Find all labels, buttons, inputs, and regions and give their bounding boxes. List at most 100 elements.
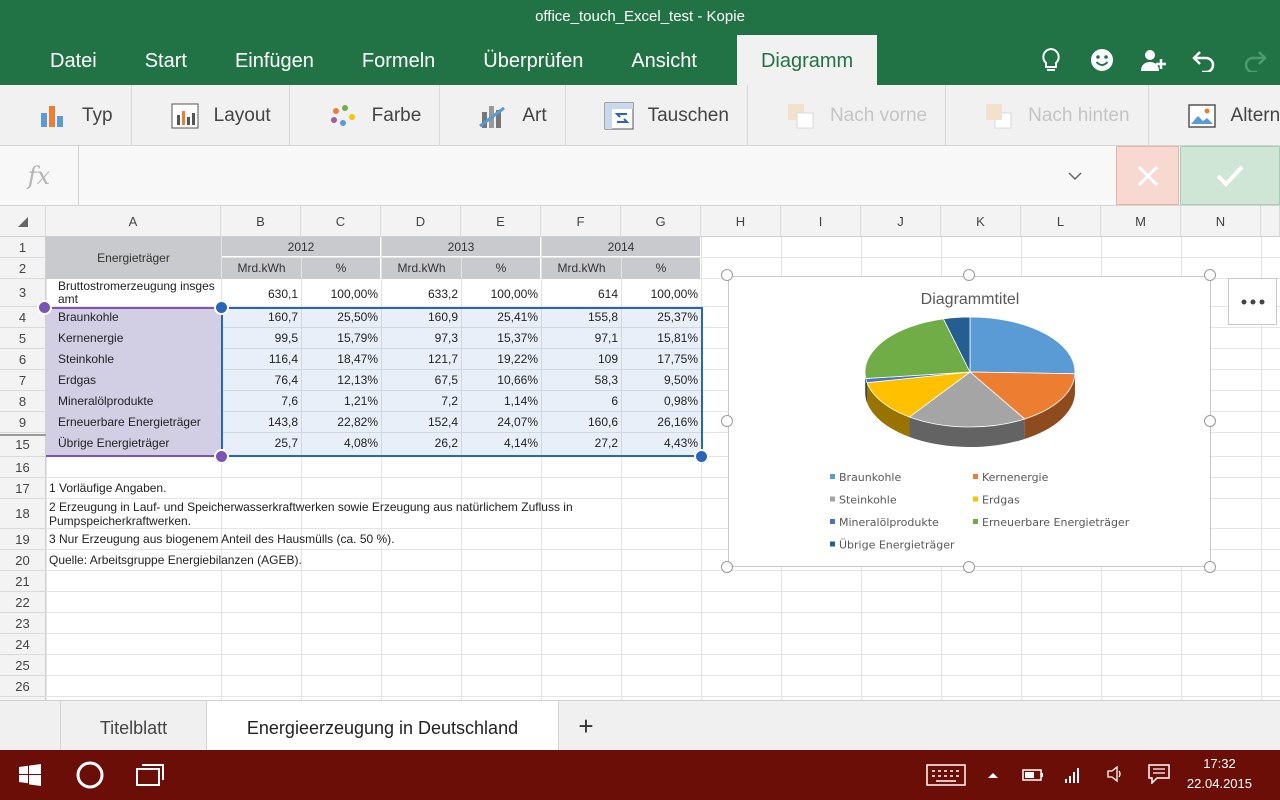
- row-header-2[interactable]: 2: [0, 258, 46, 279]
- tab-start[interactable]: Start: [121, 35, 211, 85]
- year-header-2012[interactable]: 2012: [222, 237, 380, 257]
- source-note[interactable]: Quelle: Arbeitsgruppe Energiebilanzen (A…: [46, 550, 696, 571]
- footnote-2[interactable]: 2 Erzeugung in Lauf- und Speicherwasserk…: [46, 499, 591, 529]
- value-cell[interactable]: 100,00%: [301, 279, 381, 307]
- unit-header[interactable]: %: [302, 258, 380, 279]
- lightbulb-icon[interactable]: [1025, 38, 1076, 82]
- share-person-icon[interactable]: [1127, 38, 1178, 82]
- cortana-search-icon[interactable]: [70, 756, 110, 794]
- value-cell[interactable]: 0,98%: [621, 391, 701, 412]
- column-header-m[interactable]: M: [1101, 206, 1181, 237]
- taskbar-clock[interactable]: 17:32 22.04.2015: [1187, 754, 1252, 794]
- chart-type-button[interactable]: Typ: [0, 85, 132, 146]
- value-cell[interactable]: 26,16%: [621, 412, 701, 433]
- row-header-22[interactable]: 22: [0, 592, 46, 613]
- send-backward-button[interactable]: Nach hinten: [946, 85, 1149, 146]
- year-header-2013[interactable]: 2013: [382, 237, 540, 257]
- windows-start-icon[interactable]: [12, 760, 48, 790]
- value-cell[interactable]: 25,41%: [461, 307, 541, 328]
- row-header-5[interactable]: 5: [0, 328, 46, 349]
- row-label-cell[interactable]: Kernenergie: [46, 328, 221, 349]
- column-header-f[interactable]: F: [541, 206, 621, 237]
- select-all-corner[interactable]: [0, 206, 46, 237]
- column-header-c[interactable]: C: [301, 206, 381, 237]
- value-cell[interactable]: 25,37%: [621, 307, 701, 328]
- selection-handle[interactable]: [694, 449, 709, 464]
- chart-resize-handle[interactable]: [1204, 269, 1216, 281]
- chart-resize-handle[interactable]: [721, 415, 733, 427]
- footnote-1[interactable]: 1 Vorläufige Angaben.: [46, 478, 696, 499]
- column-header-b[interactable]: B: [221, 206, 301, 237]
- row-header-9[interactable]: 9: [0, 412, 46, 433]
- row-label-cell[interactable]: Bruttostromerzeugung insges amt: [46, 279, 221, 307]
- value-cell[interactable]: 116,4: [221, 349, 301, 370]
- expand-formula-chevron-icon[interactable]: [1060, 162, 1090, 190]
- unit-header[interactable]: Mrd.kWh: [382, 258, 461, 279]
- value-cell[interactable]: 1,14%: [461, 391, 541, 412]
- sheet-tab-energieerzeugung[interactable]: Energieerzeugung in Deutschland: [206, 701, 559, 751]
- row-header-19[interactable]: 19: [0, 529, 46, 550]
- spreadsheet-grid[interactable]: A B C D E F G H I J K L M N 1 2 3 4 5 6 7 8 9 15 1…: [0, 206, 1280, 700]
- battery-icon[interactable]: [1020, 764, 1046, 786]
- tab-datei[interactable]: Datei: [0, 35, 121, 85]
- value-cell[interactable]: 25,7: [221, 433, 301, 454]
- chart-resize-handle[interactable]: [963, 561, 975, 573]
- confirm-entry-button[interactable]: [1180, 146, 1280, 205]
- value-cell[interactable]: 58,3: [541, 370, 621, 391]
- network-signal-icon[interactable]: [1060, 762, 1086, 786]
- value-cell[interactable]: 97,3: [381, 328, 461, 349]
- undo-icon[interactable]: [1178, 38, 1229, 82]
- row-header-18[interactable]: 18: [0, 499, 46, 529]
- value-cell[interactable]: 4,43%: [621, 433, 701, 454]
- switch-row-column-button[interactable]: Tauschen: [566, 85, 748, 146]
- value-cell[interactable]: 160,9: [381, 307, 461, 328]
- chart-resize-handle[interactable]: [963, 269, 975, 281]
- row-header-6[interactable]: 6: [0, 349, 46, 370]
- volume-icon[interactable]: [1102, 762, 1128, 786]
- sheet-tab-titelblatt[interactable]: Titelblatt: [60, 701, 206, 751]
- value-cell[interactable]: 9,50%: [621, 370, 701, 391]
- value-cell[interactable]: 4,08%: [301, 433, 381, 454]
- value-cell[interactable]: 152,4: [381, 412, 461, 433]
- bring-forward-button[interactable]: Nach vorne: [748, 85, 947, 146]
- smiley-feedback-icon[interactable]: [1076, 38, 1127, 82]
- column-header-j[interactable]: J: [861, 206, 941, 237]
- value-cell[interactable]: 19,22%: [461, 349, 541, 370]
- row-header-15[interactable]: 15: [0, 433, 46, 457]
- value-cell[interactable]: 27,2: [541, 433, 621, 454]
- value-cell[interactable]: 4,14%: [461, 433, 541, 454]
- value-cell[interactable]: 633,2: [381, 279, 461, 307]
- row-header-16[interactable]: 16: [0, 457, 46, 478]
- row-label-cell[interactable]: Mineralölprodukte: [46, 391, 221, 412]
- value-cell[interactable]: 100,00%: [621, 279, 701, 307]
- tab-formeln[interactable]: Formeln: [338, 35, 459, 85]
- selection-handle[interactable]: [214, 300, 229, 315]
- value-cell[interactable]: 160,7: [221, 307, 301, 328]
- value-cell[interactable]: 121,7: [381, 349, 461, 370]
- show-hidden-icons-icon[interactable]: [982, 764, 1004, 786]
- value-cell[interactable]: 24,07%: [461, 412, 541, 433]
- chart-resize-handle[interactable]: [721, 269, 733, 281]
- row-header-7[interactable]: 7: [0, 370, 46, 391]
- value-cell[interactable]: 614: [541, 279, 621, 307]
- value-cell[interactable]: 155,8: [541, 307, 621, 328]
- row-header-1[interactable]: 1: [0, 237, 46, 258]
- column-header-a[interactable]: A: [46, 206, 221, 237]
- value-cell[interactable]: 10,66%: [461, 370, 541, 391]
- action-center-icon[interactable]: [1144, 760, 1174, 788]
- selection-handle[interactable]: [214, 449, 229, 464]
- column-header-g[interactable]: G: [621, 206, 701, 237]
- value-cell[interactable]: 1,21%: [301, 391, 381, 412]
- value-cell[interactable]: 15,79%: [301, 328, 381, 349]
- column-header-n[interactable]: N: [1181, 206, 1261, 237]
- row-header-8[interactable]: 8: [0, 391, 46, 412]
- row-header-24[interactable]: 24: [0, 634, 46, 655]
- row-header-23[interactable]: 23: [0, 613, 46, 634]
- row-label-cell[interactable]: Steinkohle: [46, 349, 221, 370]
- row-label-cell[interactable]: Übrige Energieträger: [46, 433, 221, 454]
- alt-text-button[interactable]: Alternativtext: [1149, 85, 1280, 146]
- row-header-21[interactable]: 21: [0, 571, 46, 592]
- value-cell[interactable]: 76,4: [221, 370, 301, 391]
- chart-resize-handle[interactable]: [1204, 561, 1216, 573]
- unit-header[interactable]: Mrd.kWh: [222, 258, 301, 279]
